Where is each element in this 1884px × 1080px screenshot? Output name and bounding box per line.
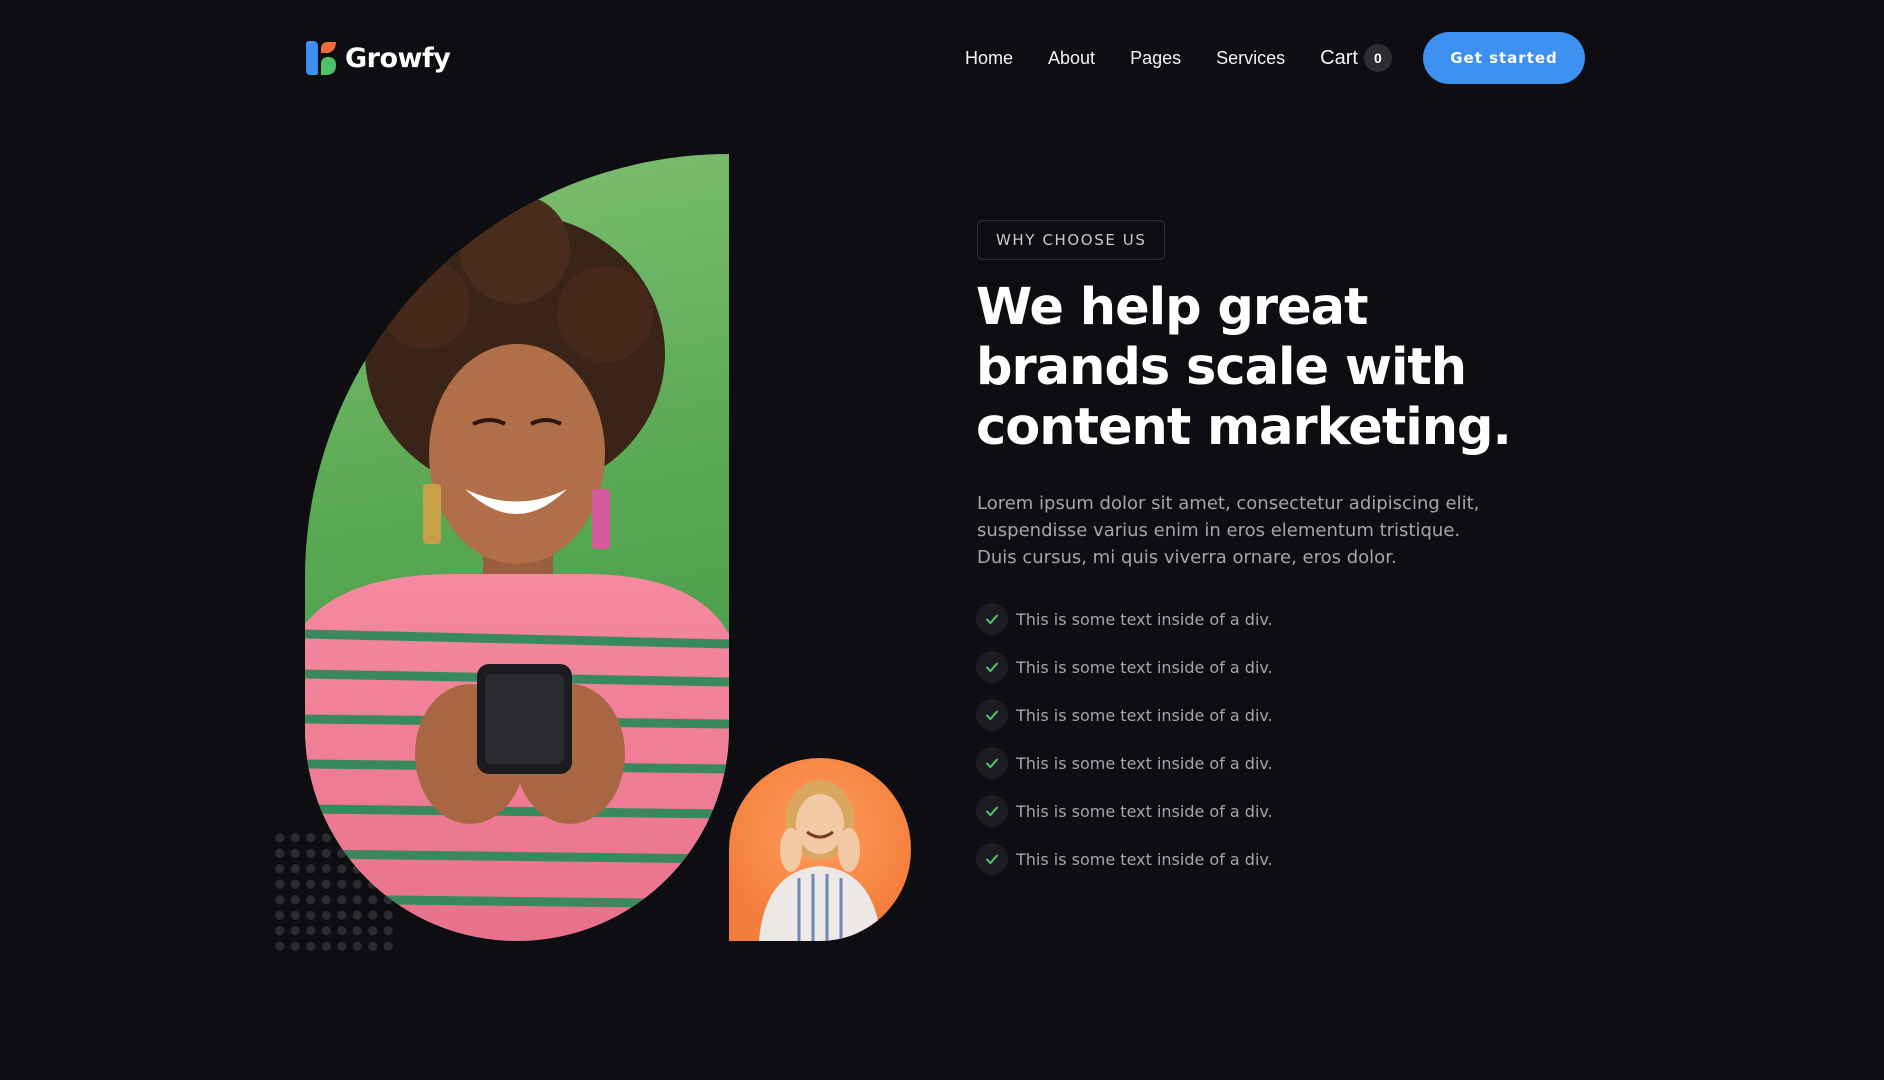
hero-paragraph: Lorem ipsum dolor sit amet, consectetur … bbox=[977, 493, 1480, 568]
list-item: This is some text inside of a div. bbox=[976, 603, 1273, 635]
check-icon bbox=[976, 699, 1008, 731]
nav-pages[interactable]: Pages bbox=[1130, 48, 1181, 69]
cart-count-badge: 0 bbox=[1363, 44, 1392, 72]
hero-heading: We help great brands scale with content … bbox=[976, 278, 1512, 457]
nav-about[interactable]: About bbox=[1048, 48, 1095, 69]
list-item-text: This is some text inside of a div. bbox=[1016, 849, 1273, 869]
cart-label: Cart bbox=[1320, 46, 1358, 69]
smiling-woman-photo bbox=[729, 758, 911, 941]
list-item: This is some text inside of a div. bbox=[976, 843, 1273, 875]
section-tag: WHY CHOOSE US bbox=[977, 220, 1166, 260]
list-item: This is some text inside of a div. bbox=[976, 699, 1273, 731]
nav-services[interactable]: Services bbox=[1216, 48, 1285, 69]
list-item: This is some text inside of a div. bbox=[976, 747, 1273, 779]
check-icon bbox=[976, 747, 1008, 779]
brand-name: Growfy bbox=[345, 42, 451, 74]
check-icon bbox=[976, 603, 1008, 635]
page: Growfy Home About Pages Services Cart 0 … bbox=[0, 0, 1884, 1080]
main-nav: Home About Pages Services Cart 0 bbox=[965, 44, 1392, 72]
nav-home[interactable]: Home bbox=[965, 48, 1013, 69]
leaf-mark-icon bbox=[306, 41, 336, 75]
check-icon bbox=[976, 795, 1008, 827]
woman-with-phone-photo bbox=[305, 154, 729, 941]
feature-checklist: This is some text inside of a div. This … bbox=[976, 603, 1273, 891]
list-item: This is some text inside of a div. bbox=[976, 651, 1273, 683]
check-icon bbox=[976, 651, 1008, 683]
list-item-text: This is some text inside of a div. bbox=[1016, 753, 1273, 773]
cart-button[interactable]: Cart 0 bbox=[1320, 44, 1392, 72]
list-item: This is some text inside of a div. bbox=[976, 795, 1273, 827]
list-item-text: This is some text inside of a div. bbox=[1016, 609, 1273, 629]
list-item-text: This is some text inside of a div. bbox=[1016, 657, 1273, 677]
list-item-text: This is some text inside of a div. bbox=[1016, 705, 1273, 725]
list-item-text: This is some text inside of a div. bbox=[1016, 801, 1273, 821]
get-started-button[interactable]: Get started bbox=[1423, 32, 1585, 84]
brand-logo[interactable]: Growfy bbox=[304, 40, 451, 76]
check-icon bbox=[976, 843, 1008, 875]
